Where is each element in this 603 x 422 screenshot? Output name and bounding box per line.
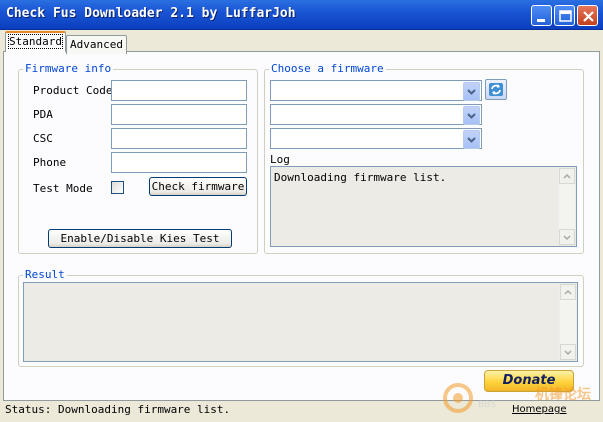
check-firmware-button[interactable]: Check firmware xyxy=(149,177,247,196)
test-mode-checkbox[interactable] xyxy=(111,181,124,194)
scroll-up-icon[interactable] xyxy=(559,168,575,184)
log-textarea[interactable]: Downloading firmware list. xyxy=(270,166,577,247)
tab-advanced[interactable]: Advanced xyxy=(66,35,127,54)
window-title: Check Fus Downloader 2.1 by LuffarJoh xyxy=(6,6,296,21)
kies-test-button[interactable]: Enable/Disable Kies Test xyxy=(48,229,232,248)
pda-label: PDA xyxy=(33,108,53,121)
minimize-icon xyxy=(537,19,545,22)
refresh-icon xyxy=(489,83,503,96)
tab-advanced-label: Advanced xyxy=(70,38,123,51)
firmware-select-3[interactable] xyxy=(270,128,482,149)
firmware-select-1[interactable] xyxy=(270,80,482,101)
watermark-brand-text: 机锋论坛 xyxy=(535,387,591,403)
phone-input[interactable] xyxy=(111,152,247,173)
log-label: Log xyxy=(270,153,290,166)
result-scrollbar[interactable] xyxy=(559,284,576,360)
csc-label: CSC xyxy=(33,132,53,145)
tab-standard[interactable]: Standard xyxy=(5,31,66,52)
log-scrollbar[interactable] xyxy=(558,168,575,245)
maximize-button[interactable] xyxy=(554,5,575,26)
close-button[interactable] xyxy=(577,5,598,26)
phone-label: Phone xyxy=(33,156,67,169)
chevron-down-icon[interactable] xyxy=(463,82,480,101)
chevron-down-icon[interactable] xyxy=(463,106,480,125)
chevron-down-icon[interactable] xyxy=(463,130,480,149)
product-code-input[interactable] xyxy=(111,80,247,101)
scroll-down-icon[interactable] xyxy=(560,344,576,360)
scroll-down-icon[interactable] xyxy=(559,229,575,245)
result-textarea[interactable] xyxy=(23,282,578,362)
maximize-icon xyxy=(559,10,572,22)
firmware-select-2[interactable] xyxy=(270,104,482,125)
title-bar[interactable]: Check Fus Downloader 2.1 by LuffarJoh xyxy=(0,0,603,30)
choose-firmware-legend: Choose a firmware xyxy=(269,62,386,75)
csc-input[interactable] xyxy=(111,128,247,149)
close-icon xyxy=(583,11,594,22)
result-legend: Result xyxy=(23,268,67,281)
log-text: Downloading firmware list. xyxy=(274,171,447,184)
refresh-button[interactable] xyxy=(485,79,507,100)
tab-standard-label: Standard xyxy=(8,34,63,49)
watermark-bbs-text: BBS xyxy=(478,400,496,410)
scroll-up-icon[interactable] xyxy=(560,284,576,300)
status-text: Status: Downloading firmware list. xyxy=(5,403,231,416)
pda-input[interactable] xyxy=(111,104,247,125)
forum-watermark-logo: BBS 机锋论坛 xyxy=(440,378,600,418)
test-mode-label: Test Mode xyxy=(33,182,93,195)
product-code-label: Product Code xyxy=(33,84,113,97)
minimize-button[interactable] xyxy=(531,5,552,26)
firmware-info-legend: Firmware info xyxy=(23,62,114,75)
